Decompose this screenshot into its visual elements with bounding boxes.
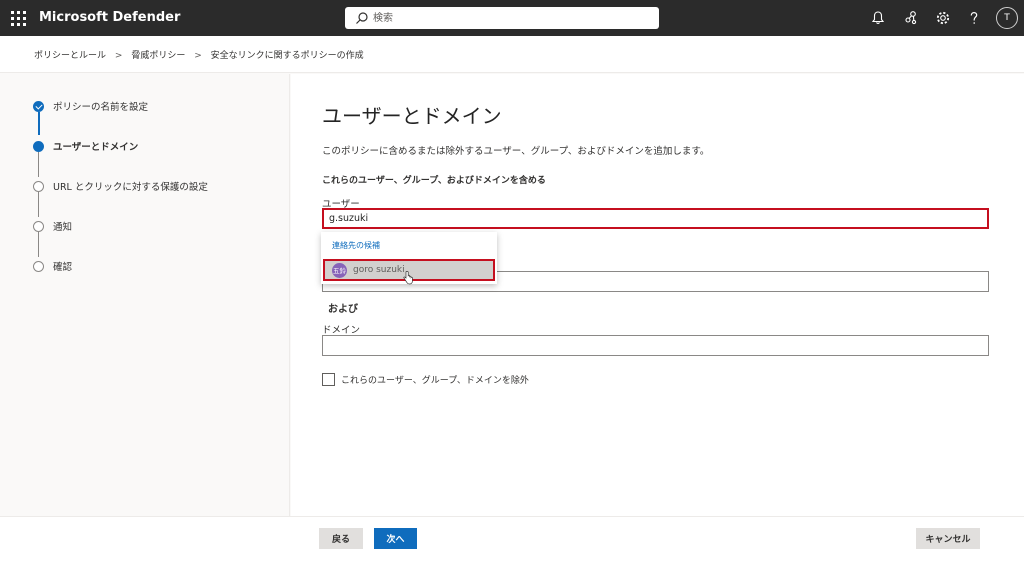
cancel-button[interactable]: キャンセル (916, 528, 980, 549)
step-notification[interactable]: 通知 (33, 219, 72, 233)
step-connector (38, 192, 39, 217)
step-connector (38, 112, 40, 135)
app-launcher-icon[interactable] (8, 8, 28, 28)
users-input[interactable] (322, 208, 989, 229)
gear-icon[interactable] (934, 9, 952, 27)
exclude-checkbox[interactable] (322, 372, 335, 386)
breadcrumb-item-threat-policies[interactable]: 脅威ポリシー (131, 48, 185, 61)
step-connector (38, 232, 39, 257)
wizard-steps: ポリシーの名前を設定 ユーザーとドメイン URL とクリックに対する保護の設定 … (0, 74, 290, 516)
breadcrumb-item-policies[interactable]: ポリシーとルール (34, 48, 106, 61)
network-icon[interactable] (902, 9, 920, 27)
step-connector (38, 152, 39, 177)
user-avatar[interactable]: T (996, 7, 1018, 29)
breadcrumb: ポリシーとルール > 脅威ポリシー > 安全なリンクに関するポリシーの作成 (0, 36, 1024, 73)
bell-icon[interactable] (869, 9, 887, 27)
contact-name: goro suzuki (353, 265, 405, 275)
app-title[interactable]: Microsoft Defender (39, 10, 180, 25)
and-label: および (328, 304, 358, 315)
step-users-domains[interactable]: ユーザーとドメイン (33, 139, 138, 153)
step-policy-name[interactable]: ポリシーの名前を設定 (33, 99, 148, 113)
step-pending-icon (33, 180, 44, 192)
help-icon[interactable] (965, 9, 983, 27)
step-current-icon (33, 140, 44, 152)
step-done-icon (33, 100, 44, 112)
domains-label: ドメイン (322, 325, 361, 336)
step-url-protection[interactable]: URL とクリックに対する保護の設定 (33, 179, 208, 193)
wizard-footer: 戻る 次へ キャンセル (0, 516, 1024, 561)
step-review[interactable]: 確認 (33, 259, 72, 273)
search-icon (356, 12, 368, 24)
main-content: ユーザーとドメイン このポリシーに含めるまたは除外するユーザー、グループ、および… (291, 74, 1024, 516)
search-input[interactable] (373, 9, 643, 27)
step-pending-icon (33, 260, 44, 272)
exclude-checkbox-label: これらのユーザー、グループ、ドメインを除外 (341, 375, 529, 386)
step-pending-icon (33, 220, 44, 232)
breadcrumb-separator: > (194, 51, 202, 61)
hand-cursor-icon (403, 271, 413, 285)
page-description: このポリシーに含めるまたは除外するユーザー、グループ、およびドメインを追加します… (322, 146, 710, 157)
next-button[interactable]: 次へ (374, 528, 417, 549)
breadcrumb-item-current: 安全なリンクに関するポリシーの作成 (210, 51, 364, 61)
contact-avatar: 五鈴 (332, 262, 347, 278)
exclude-checkbox-row[interactable]: これらのユーザー、グループ、ドメインを除外 (322, 372, 529, 386)
page-title: ユーザーとドメイン (322, 104, 502, 128)
include-heading: これらのユーザー、グループ、およびドメインを含める (322, 176, 546, 186)
suggestions-title: 連絡先の候補 (332, 241, 380, 250)
breadcrumb-separator: > (114, 51, 123, 61)
top-bar: Microsoft Defender T (0, 0, 1024, 36)
domains-input[interactable] (322, 335, 989, 356)
back-button[interactable]: 戻る (319, 528, 363, 549)
search-box[interactable] (345, 7, 659, 29)
